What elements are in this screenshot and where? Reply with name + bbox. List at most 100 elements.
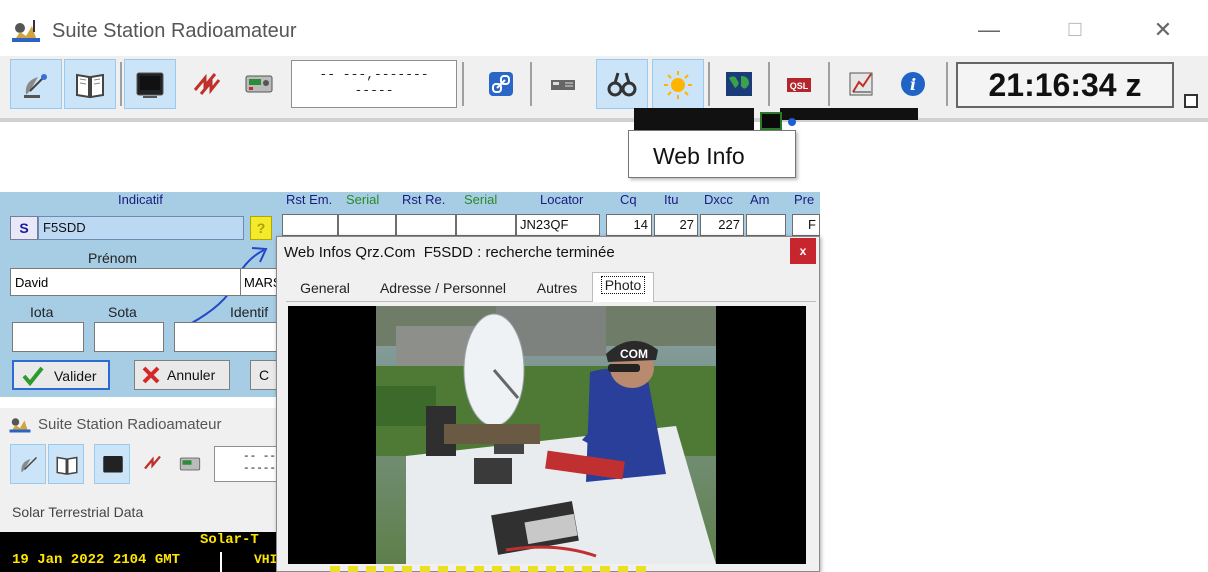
qsl-button[interactable]: QSL bbox=[774, 59, 826, 109]
transceiver-button[interactable] bbox=[538, 59, 590, 109]
am-header: Am bbox=[750, 192, 770, 207]
logbook-button[interactable] bbox=[64, 59, 116, 109]
close-button[interactable]: ✕ bbox=[1140, 10, 1186, 50]
dialog-close-button[interactable]: x bbox=[790, 238, 816, 264]
book-icon bbox=[56, 456, 78, 475]
toolbar-separator bbox=[946, 62, 948, 106]
satellite-dish-button[interactable] bbox=[10, 444, 46, 484]
iota-input[interactable] bbox=[12, 322, 84, 352]
secondary-locator-display: -- ---, ----- bbox=[214, 446, 289, 482]
pre-input[interactable]: F bbox=[792, 214, 820, 236]
rst-sent-input[interactable] bbox=[282, 214, 338, 236]
locator-input[interactable]: JN23QF bbox=[516, 214, 600, 236]
web-info-button[interactable] bbox=[596, 59, 648, 109]
chart-icon bbox=[849, 72, 873, 96]
satellite-dish-icon bbox=[24, 74, 47, 98]
solar-data-label: Solar Terrestrial Data bbox=[12, 504, 144, 520]
dxcc-input[interactable]: 227 bbox=[700, 214, 744, 236]
sota-input[interactable] bbox=[94, 322, 164, 352]
tab-autres[interactable]: Autres bbox=[526, 276, 588, 302]
terminal-button[interactable] bbox=[94, 444, 130, 484]
cap-logo-text: COM bbox=[620, 347, 648, 361]
solar-separator bbox=[220, 552, 222, 572]
background-window-strip bbox=[780, 108, 918, 120]
zigzag-button[interactable] bbox=[182, 59, 234, 109]
satellite-dish-icon bbox=[21, 456, 38, 473]
s-button[interactable]: S bbox=[10, 216, 38, 240]
tab-general[interactable]: General bbox=[290, 276, 360, 302]
stats-button[interactable] bbox=[836, 59, 888, 109]
radio-button[interactable] bbox=[172, 444, 208, 484]
qsl-card-icon: QSL bbox=[787, 78, 811, 92]
map-button[interactable] bbox=[714, 59, 766, 109]
serial-header: Serial bbox=[464, 192, 498, 207]
iota-label: Iota bbox=[30, 304, 54, 320]
binoculars-icon bbox=[607, 72, 637, 97]
tab-photo[interactable]: Photo bbox=[592, 272, 654, 302]
toolbar-separator bbox=[708, 62, 710, 106]
qrz-lookup-button[interactable]: ? bbox=[250, 216, 272, 240]
tab-adresse-personnel[interactable]: Adresse / Personnel bbox=[364, 276, 522, 302]
book-icon bbox=[76, 73, 104, 99]
link-icon bbox=[489, 72, 513, 96]
radio-icon bbox=[179, 457, 201, 471]
background-window-strip bbox=[634, 108, 754, 130]
annuler-label: Annuler bbox=[167, 367, 216, 383]
cancel-x-icon bbox=[142, 366, 160, 384]
satellite-dish-button[interactable] bbox=[10, 59, 62, 109]
dialog-title: Web Infos Qrz.Com F5SDD : recherche term… bbox=[284, 244, 615, 261]
itu-zone-input[interactable]: 27 bbox=[654, 214, 698, 236]
utc-clock: 21:16:34 z bbox=[956, 62, 1174, 108]
toolbar-separator bbox=[828, 62, 830, 106]
rst-re-header: Rst Re. bbox=[402, 192, 446, 207]
toolbar-separator bbox=[120, 62, 122, 106]
window-title: Suite Station Radioamateur bbox=[52, 20, 297, 42]
solar-header: Solar-T bbox=[200, 532, 259, 548]
indicatif-header: Indicatif bbox=[118, 192, 163, 207]
prenom-input[interactable]: David bbox=[10, 268, 244, 296]
valider-button[interactable]: Valider bbox=[12, 360, 110, 390]
dxcc-header: Dxcc bbox=[704, 192, 733, 207]
serial-header: Serial bbox=[346, 192, 380, 207]
checkmark-icon bbox=[22, 366, 44, 386]
name-input[interactable]: MARS bbox=[240, 268, 280, 296]
terminal-button[interactable] bbox=[124, 59, 176, 109]
itu-header: Itu bbox=[664, 192, 679, 207]
cq-zone-input[interactable]: 14 bbox=[606, 214, 652, 236]
identif-input[interactable] bbox=[174, 322, 282, 352]
annuler-button[interactable]: Annuler bbox=[134, 360, 230, 390]
resize-grip[interactable] bbox=[1184, 94, 1198, 108]
app-logo-icon bbox=[9, 418, 31, 433]
sota-label: Sota bbox=[108, 304, 137, 320]
locator-header: Locator bbox=[540, 192, 584, 207]
serial-received-input[interactable] bbox=[456, 214, 516, 236]
zigzag-signal-icon bbox=[144, 455, 161, 470]
terminal-icon bbox=[103, 456, 123, 473]
serial-sent-input[interactable] bbox=[338, 214, 396, 236]
solar-button[interactable] bbox=[652, 59, 704, 109]
info-button[interactable]: i bbox=[888, 59, 940, 109]
rst-received-input[interactable] bbox=[396, 214, 456, 236]
link-button[interactable] bbox=[476, 59, 528, 109]
zigzag-button[interactable] bbox=[136, 444, 172, 484]
operator-photo: COM bbox=[376, 306, 716, 564]
valider-label: Valider bbox=[54, 368, 97, 384]
toolbar-separator bbox=[768, 62, 770, 106]
secondary-window-title: Suite Station Radioamateur bbox=[38, 416, 222, 433]
callsign-input[interactable]: F5SDD bbox=[38, 216, 244, 240]
terminal-icon bbox=[136, 72, 164, 98]
identif-label: Identif bbox=[230, 304, 269, 320]
info-icon: i bbox=[901, 72, 925, 96]
world-map-icon bbox=[726, 72, 752, 96]
logbook-button[interactable] bbox=[48, 444, 84, 484]
radio-button[interactable] bbox=[234, 59, 286, 109]
locator-line-2: ----- bbox=[354, 83, 394, 98]
background-map-marker bbox=[760, 112, 782, 130]
am-input[interactable] bbox=[746, 214, 786, 236]
background-map-dot bbox=[788, 118, 796, 126]
sun-icon bbox=[664, 71, 692, 99]
transceiver-icon bbox=[551, 80, 575, 90]
maximize-button[interactable]: ☐ bbox=[1052, 10, 1098, 50]
tab-photo-label: Photo bbox=[600, 276, 646, 294]
minimize-button[interactable]: — bbox=[966, 10, 1012, 50]
